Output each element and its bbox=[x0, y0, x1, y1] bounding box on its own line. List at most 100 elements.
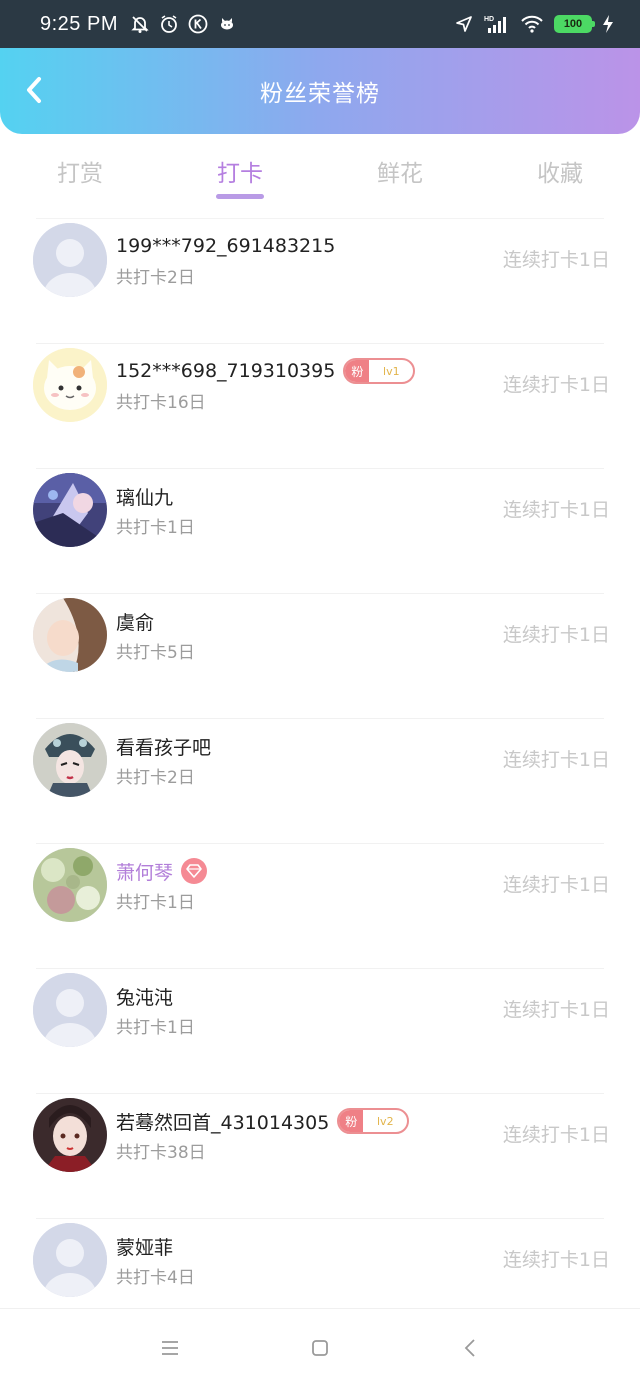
alarm-icon bbox=[159, 14, 179, 34]
fan-name-line: 若蓦然回首_431014305 粉 lv2 bbox=[116, 1106, 410, 1136]
tab-flowers[interactable]: 鲜花 bbox=[320, 134, 480, 204]
tab-favorites[interactable]: 收藏 bbox=[480, 134, 640, 204]
status-icons-left bbox=[130, 14, 237, 34]
fan-info: 兔沌沌 共打卡1日 bbox=[116, 981, 195, 1039]
wifi-icon bbox=[520, 14, 544, 34]
list-item[interactable]: 兔沌沌 共打卡1日 连续打卡1日 bbox=[33, 968, 610, 1093]
mute-bell-icon bbox=[130, 14, 150, 34]
fan-name: 看看孩子吧 bbox=[116, 736, 212, 759]
fan-streak: 连续打卡1日 bbox=[502, 499, 610, 521]
list-item[interactable]: 199***792_691483215 共打卡2日 连续打卡1日 bbox=[33, 218, 610, 343]
fan-total-checkin: 共打卡16日 bbox=[116, 393, 206, 413]
fan-info: 蒙娅菲 共打卡4日 bbox=[116, 1231, 195, 1289]
fan-name-line: 199***792_691483215 bbox=[116, 231, 335, 261]
fan-name: 萧何琴 bbox=[116, 861, 174, 884]
fan-name: 蒙娅菲 bbox=[116, 1236, 174, 1259]
back-button[interactable] bbox=[18, 74, 50, 106]
avatar bbox=[33, 1223, 107, 1297]
fan-name-line: 萧何琴 bbox=[116, 856, 208, 886]
fan-info: 152***698_719310395 粉 lv1 共打卡16日 bbox=[116, 356, 416, 413]
fan-streak: 连续打卡1日 bbox=[502, 999, 610, 1021]
avatar bbox=[33, 223, 107, 297]
back-icon bbox=[464, 1339, 475, 1357]
avatar bbox=[33, 348, 107, 422]
system-back-button[interactable] bbox=[450, 1328, 490, 1368]
fan-name-line: 虞俞 bbox=[116, 606, 195, 636]
status-bar: 9:25 PM HD 100 bbox=[0, 0, 640, 48]
fan-streak: 连续打卡1日 bbox=[502, 1249, 610, 1271]
charging-icon bbox=[602, 14, 614, 34]
tab-label: 鲜花 bbox=[377, 161, 423, 187]
k-app-icon bbox=[188, 14, 208, 34]
fan-badge-tag: 粉 bbox=[345, 360, 370, 382]
avatar bbox=[33, 473, 107, 547]
fan-info: 璃仙九 共打卡1日 bbox=[116, 481, 195, 539]
list-item[interactable]: 璃仙九 共打卡1日 连续打卡1日 bbox=[33, 468, 610, 593]
fan-badge-tag: 粉 bbox=[339, 1110, 364, 1132]
fan-total-checkin: 共打卡38日 bbox=[116, 1143, 206, 1163]
fan-name: 199***792_691483215 bbox=[116, 235, 336, 257]
fan-name: 璃仙九 bbox=[116, 486, 174, 509]
fan-name: 152***698_719310395 bbox=[116, 360, 336, 382]
fan-name-line: 152***698_719310395 粉 lv1 bbox=[116, 356, 416, 386]
fan-streak: 连续打卡1日 bbox=[502, 624, 610, 646]
avatar bbox=[33, 1098, 107, 1172]
fan-total-checkin: 共打卡1日 bbox=[116, 893, 195, 913]
header-bar: 粉丝荣誉榜 bbox=[0, 48, 640, 134]
list-item[interactable]: 152***698_719310395 粉 lv1 共打卡16日 连续打卡1日 bbox=[33, 343, 610, 468]
cat-app-icon bbox=[217, 14, 237, 34]
fan-badge-level: lv1 bbox=[383, 364, 400, 378]
tab-label: 打卡 bbox=[217, 161, 263, 187]
fan-level-badge: 粉 lv1 bbox=[343, 358, 416, 384]
avatar bbox=[33, 598, 107, 672]
list-item[interactable]: 看看孩子吧 共打卡2日 连续打卡1日 bbox=[33, 718, 610, 843]
location-icon bbox=[454, 14, 474, 34]
fan-total-checkin: 共打卡4日 bbox=[116, 1268, 195, 1288]
list-item[interactable]: 若蓦然回首_431014305 粉 lv2 共打卡38日 连续打卡1日 bbox=[33, 1093, 610, 1218]
fan-streak: 连续打卡1日 bbox=[502, 874, 610, 896]
fan-total-checkin: 共打卡2日 bbox=[116, 768, 195, 788]
fan-list: 199***792_691483215 共打卡2日 连续打卡1日 152***6… bbox=[0, 218, 640, 1343]
home-button[interactable] bbox=[300, 1328, 340, 1368]
list-item[interactable]: 虞俞 共打卡5日 连续打卡1日 bbox=[33, 593, 610, 718]
fan-name-line: 看看孩子吧 bbox=[116, 731, 211, 761]
tab-checkin[interactable]: 打卡 bbox=[160, 134, 320, 204]
fan-name: 若蓦然回首_431014305 bbox=[116, 1111, 330, 1134]
vip-diamond-icon bbox=[181, 858, 208, 884]
avatar bbox=[33, 973, 107, 1047]
tab-reward[interactable]: 打赏 bbox=[0, 134, 160, 204]
fan-name-line: 璃仙九 bbox=[116, 481, 195, 511]
fan-info: 萧何琴 共打卡1日 bbox=[116, 856, 208, 913]
list-item[interactable]: 萧何琴 共打卡1日 连续打卡1日 bbox=[33, 843, 610, 968]
fan-level-badge: 粉 lv2 bbox=[337, 1108, 410, 1134]
fan-streak: 连续打卡1日 bbox=[502, 749, 610, 771]
tab-label: 打赏 bbox=[57, 161, 103, 187]
tab-label: 收藏 bbox=[537, 161, 583, 187]
svg-text:HD: HD bbox=[484, 16, 494, 23]
menu-button[interactable] bbox=[150, 1328, 190, 1368]
fan-name-line: 蒙娅菲 bbox=[116, 1231, 195, 1261]
fan-info: 199***792_691483215 共打卡2日 bbox=[116, 231, 335, 288]
tab-bar: 打赏 打卡 鲜花 收藏 bbox=[0, 134, 640, 204]
hd-signal-icon: HD bbox=[484, 14, 510, 34]
system-nav-bar bbox=[0, 1308, 640, 1387]
avatar bbox=[33, 848, 107, 922]
tab-underline bbox=[216, 194, 264, 199]
fan-streak: 连续打卡1日 bbox=[502, 1124, 610, 1146]
fan-info: 若蓦然回首_431014305 粉 lv2 共打卡38日 bbox=[116, 1106, 410, 1163]
battery-icon: 100 bbox=[554, 15, 595, 33]
fan-badge-level: lv2 bbox=[377, 1114, 394, 1128]
avatar bbox=[33, 723, 107, 797]
fan-streak: 连续打卡1日 bbox=[502, 374, 610, 396]
status-icons-right: HD 100 bbox=[454, 14, 614, 34]
back-arrow-icon bbox=[27, 77, 41, 103]
fan-name: 兔沌沌 bbox=[116, 986, 174, 1009]
fan-streak: 连续打卡1日 bbox=[502, 249, 610, 271]
fan-total-checkin: 共打卡2日 bbox=[116, 268, 195, 288]
status-time: 9:25 PM bbox=[40, 12, 118, 35]
fan-name-line: 兔沌沌 bbox=[116, 981, 195, 1011]
fan-total-checkin: 共打卡1日 bbox=[116, 1018, 195, 1038]
fan-info: 虞俞 共打卡5日 bbox=[116, 606, 195, 664]
menu-icon bbox=[162, 1341, 178, 1355]
fan-total-checkin: 共打卡1日 bbox=[116, 518, 195, 538]
